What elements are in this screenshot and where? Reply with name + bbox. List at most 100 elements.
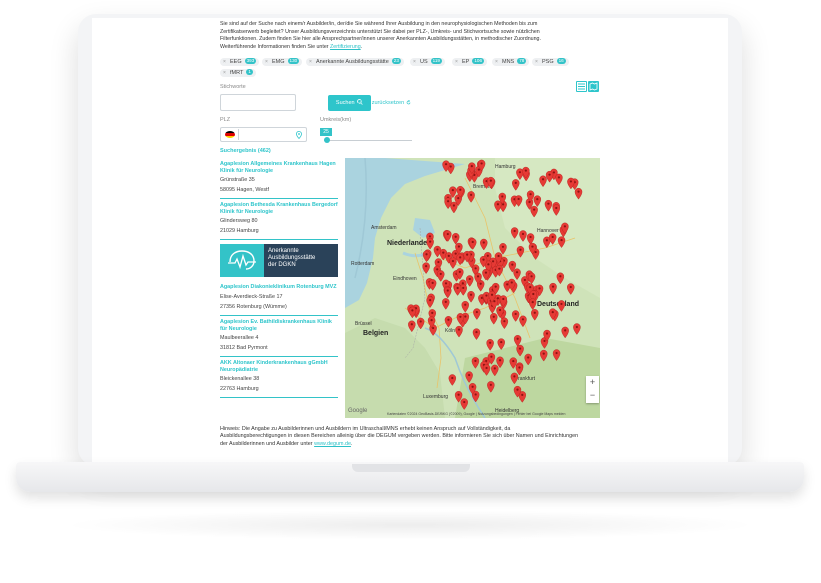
map-marker-icon[interactable] <box>444 230 452 242</box>
list-item[interactable]: AKK Altonaer Kinderkrankenhaus gGmbH Neu… <box>220 357 338 399</box>
list-view-button[interactable] <box>576 81 587 92</box>
map-marker-icon[interactable] <box>467 291 475 303</box>
map-marker-icon[interactable] <box>573 323 581 335</box>
map-marker-icon[interactable] <box>574 187 583 200</box>
map-marker-icon[interactable] <box>531 309 539 321</box>
filter-tag-anerkannte[interactable]: × Anerkannte Ausbildungsstätte 23 <box>306 58 404 66</box>
map-marker-icon[interactable] <box>556 272 565 285</box>
map-marker-icon[interactable] <box>451 233 460 245</box>
map-marker-icon[interactable] <box>555 173 563 186</box>
map-marker-icon[interactable] <box>552 349 561 361</box>
map-marker-icon[interactable] <box>513 335 522 347</box>
remove-tag-icon[interactable]: × <box>413 58 416 66</box>
remove-tag-icon[interactable]: × <box>223 58 226 66</box>
map-marker-icon[interactable] <box>549 282 557 295</box>
zertifizierung-link[interactable]: Zertifizierung <box>330 44 361 50</box>
map-marker-icon[interactable] <box>530 205 538 218</box>
map-marker-icon[interactable] <box>466 275 474 287</box>
map-marker-icon[interactable] <box>486 339 494 351</box>
germany-flag-icon[interactable] <box>225 131 235 138</box>
map-marker-icon[interactable] <box>529 298 537 310</box>
map-marker-icon[interactable] <box>557 300 566 312</box>
remove-tag-icon[interactable]: × <box>265 58 268 66</box>
filter-tag-us[interactable]: × US 119 <box>410 58 445 66</box>
result-title[interactable]: Agaplesion Bethesda Krankenhaus Bergedor… <box>220 202 338 215</box>
remove-tag-icon[interactable]: × <box>535 58 538 66</box>
map-marker-icon[interactable] <box>473 308 481 320</box>
map-marker-icon[interactable] <box>510 227 519 239</box>
result-title[interactable]: Agaplesion Diakonieklinikum Rotenburg MV… <box>220 284 338 291</box>
map-marker-icon[interactable] <box>491 364 499 377</box>
map-marker-icon[interactable] <box>449 257 457 269</box>
map-marker-icon[interactable] <box>548 233 557 245</box>
map-marker-icon[interactable] <box>533 195 542 207</box>
map-marker-icon[interactable] <box>512 179 520 191</box>
remove-tag-icon[interactable]: × <box>223 69 226 77</box>
map-marker-icon[interactable] <box>527 272 536 285</box>
map-marker-icon[interactable] <box>455 325 463 338</box>
map-marker-icon[interactable] <box>416 317 425 330</box>
filter-tag-emg[interactable]: × EMG 130 <box>262 58 303 66</box>
map-marker-icon[interactable] <box>450 201 458 214</box>
map-marker-icon[interactable] <box>480 238 488 251</box>
list-item[interactable]: Agaplesion Bethesda Krankenhaus Bergedor… <box>220 199 338 241</box>
map-marker-icon[interactable] <box>516 246 525 258</box>
map-attribution[interactable]: Kartendaten ©2024 GeoBasis-DE/BKG (©2009… <box>387 412 565 416</box>
filter-tag-eeg[interactable]: × EEG 393 <box>220 58 260 66</box>
degum-link[interactable]: www.degum.de <box>314 441 351 447</box>
map-marker-icon[interactable] <box>561 326 569 339</box>
map-marker-icon[interactable] <box>482 364 491 376</box>
map-marker-icon[interactable] <box>444 316 453 328</box>
map-marker-icon[interactable] <box>509 357 517 369</box>
zoom-in-button[interactable]: + <box>586 376 599 389</box>
map-marker-icon[interactable] <box>524 353 532 366</box>
map-marker-icon[interactable] <box>469 238 477 250</box>
result-title[interactable]: Agaplesion Allgemeines Krankenhaus Hagen… <box>220 161 338 174</box>
map-marker-icon[interactable] <box>422 262 430 274</box>
map-marker-icon[interactable] <box>510 372 519 385</box>
map-marker-icon[interactable] <box>487 381 495 393</box>
map-marker-icon[interactable] <box>448 374 457 386</box>
list-item[interactable]: Agaplesion Allgemeines Krankenhaus Hagen… <box>220 158 338 200</box>
map-marker-icon[interactable] <box>552 204 560 216</box>
map-marker-icon[interactable] <box>471 357 480 369</box>
map-marker-icon[interactable] <box>460 398 468 410</box>
map-marker-icon[interactable] <box>519 315 527 328</box>
map-marker-icon[interactable] <box>515 363 524 376</box>
list-item[interactable]: Agaplesion Diakonieklinikum Rotenburg MV… <box>220 281 338 316</box>
radius-slider-track[interactable] <box>324 140 412 141</box>
radius-slider-handle[interactable] <box>324 137 330 143</box>
map-marker-icon[interactable] <box>461 300 469 313</box>
list-item[interactable]: Agaplesion Ev. Bathildiskrankenhaus Klin… <box>220 316 338 358</box>
map-marker-icon[interactable] <box>422 250 431 263</box>
map-pin-icon[interactable] <box>296 131 302 139</box>
map-marker-icon[interactable] <box>494 200 502 213</box>
map-marker-icon[interactable] <box>513 268 521 280</box>
results-map[interactable]: Niederlande Belgien Deutschland Amsterda… <box>345 158 600 418</box>
map-marker-icon[interactable] <box>519 230 527 242</box>
map-marker-icon[interactable] <box>426 296 434 308</box>
map-marker-icon[interactable] <box>490 313 498 325</box>
remove-tag-icon[interactable]: × <box>495 58 498 66</box>
map-marker-icon[interactable] <box>514 195 523 207</box>
map-marker-icon[interactable] <box>453 284 462 296</box>
reset-filter-link[interactable]: Filter zurücksetzen <box>358 99 411 106</box>
map-marker-icon[interactable] <box>526 233 535 245</box>
map-marker-icon[interactable] <box>467 191 475 203</box>
map-marker-icon[interactable] <box>472 328 481 340</box>
keyword-input[interactable] <box>220 94 296 111</box>
map-marker-icon[interactable] <box>539 175 547 188</box>
map-marker-icon[interactable] <box>442 298 450 310</box>
map-marker-icon[interactable] <box>557 236 566 248</box>
map-marker-icon[interactable] <box>408 320 416 333</box>
zoom-out-button[interactable]: − <box>586 389 599 402</box>
map-marker-icon[interactable] <box>500 317 509 330</box>
map-marker-icon[interactable] <box>544 199 553 212</box>
filter-tag-fmrt[interactable]: × fMRT 1 <box>220 69 256 77</box>
remove-tag-icon[interactable]: × <box>455 58 458 66</box>
map-marker-icon[interactable] <box>545 170 554 183</box>
map-marker-icon[interactable] <box>511 310 520 322</box>
map-marker-icon[interactable] <box>497 338 505 350</box>
map-marker-icon[interactable] <box>444 286 452 299</box>
filter-tag-ep[interactable]: × EP 106 <box>452 58 488 66</box>
